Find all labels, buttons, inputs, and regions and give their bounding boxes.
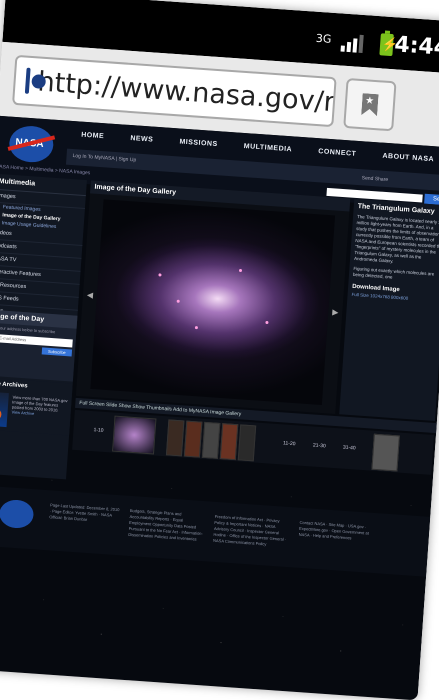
nav-news[interactable]: NEWS	[130, 135, 153, 151]
thumb-range-label[interactable]: 11-20	[283, 440, 296, 447]
nav-missions[interactable]: MISSIONS	[179, 138, 218, 155]
nav-home[interactable]: HOME	[80, 132, 104, 148]
footer-col-3[interactable]: Freedom of Information Act · Privacy Pol…	[213, 514, 290, 549]
image-archives: Image Archives View more than 700 NASA.g…	[0, 377, 73, 436]
footer-col-2[interactable]: Budgets, Strategic Plans and Accountabil…	[128, 508, 205, 543]
footer-nasa-logo[interactable]	[0, 498, 35, 530]
gallery-panel: Image of the Day Gallery ◀ ▶	[75, 180, 351, 414]
nav-about[interactable]: ABOUT NASA	[382, 153, 434, 171]
prev-arrow-icon[interactable]: ◀	[87, 290, 94, 299]
signal-icon	[340, 34, 364, 54]
footer-col-4[interactable]: Contact NASA · Site Map · USA.gov · Expe…	[299, 520, 370, 543]
article-text: The Triangulum Galaxy is located nearly …	[353, 214, 439, 264]
thumb-range-label[interactable]: 21-30	[313, 443, 326, 450]
thumb-range-label[interactable]: 31-40	[343, 445, 356, 452]
thumbnail[interactable]	[219, 423, 239, 461]
web-page: NASA HOME NEWS MISSIONS MULTIMEDIA CONNE…	[0, 115, 439, 700]
network-indicator: 3G	[315, 31, 332, 46]
article-panel: The Triangulum Galaxy The Triangulum Gal…	[339, 198, 439, 421]
archives-text: View more than 700 NASA.gov Image of the…	[11, 394, 68, 418]
phone-screen: 3G ⚡ 4:44 http://www.nasa.gov/m... NASA …	[0, 0, 439, 700]
archives-link[interactable]: View Archive	[11, 409, 34, 416]
logo-text: NASA	[14, 137, 45, 150]
next-arrow-icon[interactable]: ▶	[332, 308, 339, 317]
galaxy-image[interactable]	[90, 199, 336, 406]
thumbnail[interactable]	[183, 420, 203, 458]
thumbnail[interactable]	[237, 424, 257, 462]
thumbnail[interactable]	[371, 433, 400, 472]
url-text: http://www.nasa.gov/m...	[36, 65, 337, 121]
nasa-logo[interactable]: NASA	[8, 124, 55, 164]
nav-multimedia[interactable]: MULTIMEDIA	[243, 143, 293, 160]
nasa-favicon-icon	[24, 67, 31, 94]
url-field[interactable]: http://www.nasa.gov/m...	[12, 54, 337, 128]
iotd-subscribe-box: Image of the Day Enter your address belo…	[0, 309, 78, 382]
thumb-range-label[interactable]: 1-10	[93, 427, 103, 434]
thumbnail[interactable]	[112, 415, 157, 455]
bookmark-star-icon	[361, 93, 378, 116]
subscribe-button[interactable]: Subscribe	[41, 347, 73, 357]
clock: 4:44	[393, 32, 439, 62]
battery-charging-icon: ⚡	[379, 33, 399, 57]
footer-col-1: Page Last Updated: December 8, 2010 · Pa…	[49, 502, 120, 522]
thumbnail[interactable]	[201, 421, 221, 459]
thumbnail[interactable]	[165, 419, 185, 457]
archives-thumbnail[interactable]	[0, 391, 9, 428]
nav-connect[interactable]: CONNECT	[318, 148, 357, 165]
login-link[interactable]: Log In To MyNASA | Sign Up	[72, 153, 136, 163]
bookmark-button[interactable]	[343, 77, 397, 132]
